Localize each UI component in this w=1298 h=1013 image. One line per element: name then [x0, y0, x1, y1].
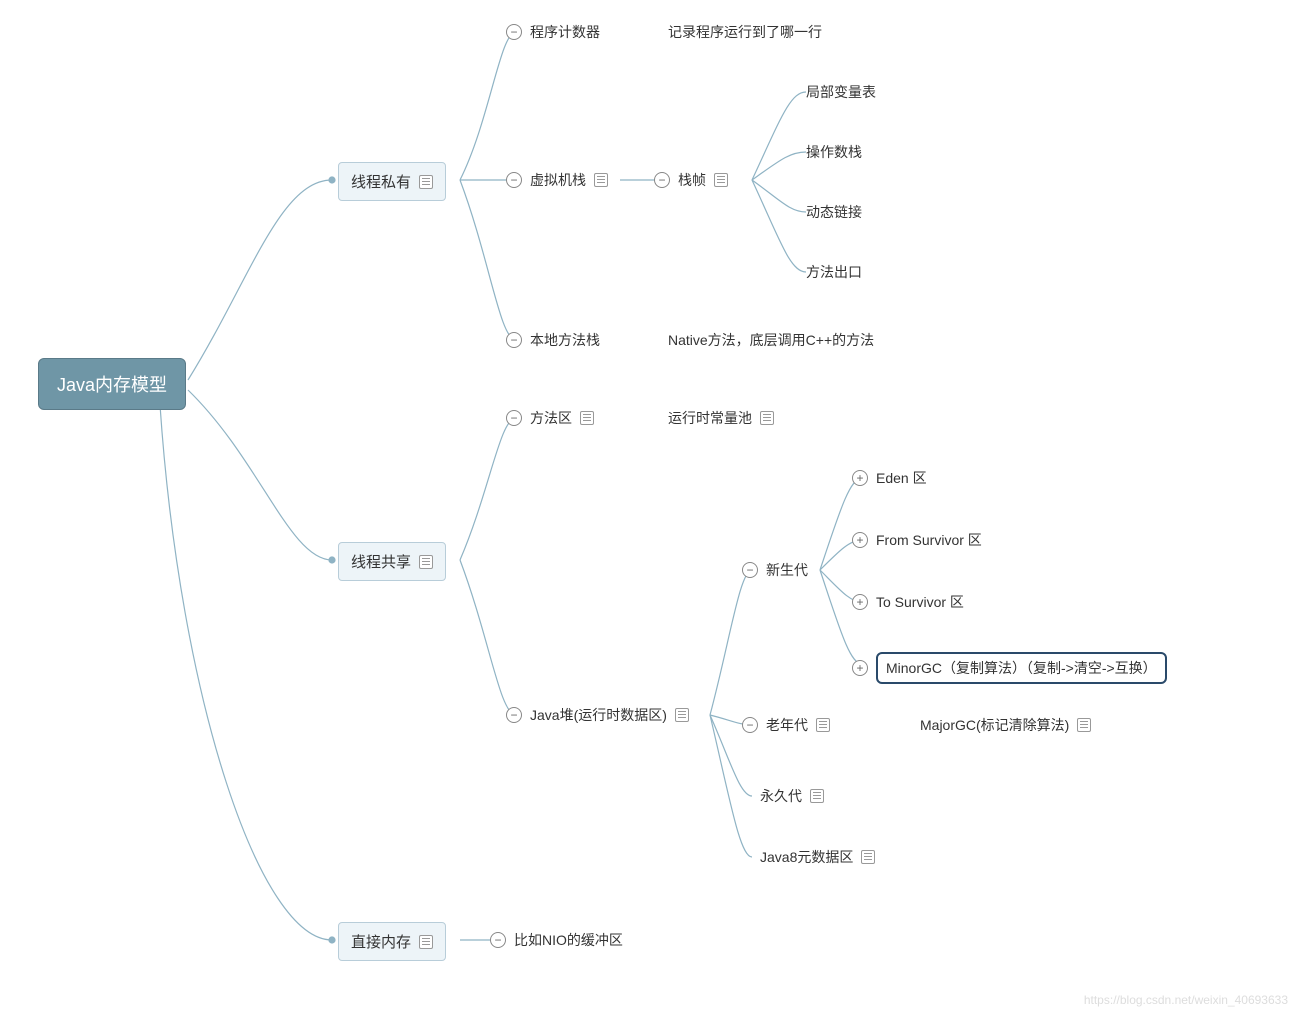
node-minorgc[interactable]: + MinorGC（复制算法）（复制->清空->互换） [852, 652, 1167, 684]
note-icon[interactable] [419, 935, 433, 949]
node-old[interactable]: − 老年代 [742, 715, 830, 735]
selected-node: MinorGC（复制算法）（复制->清空->互换） [876, 652, 1167, 684]
connectors [0, 0, 1298, 1013]
node-direct-desc[interactable]: − 比如NIO的缓冲区 [490, 930, 623, 950]
collapse-icon[interactable]: − [506, 410, 522, 426]
node-method-area[interactable]: − 方法区 [506, 408, 594, 428]
collapse-icon[interactable]: − [490, 932, 506, 948]
note-icon[interactable] [714, 173, 728, 187]
node-frame-label: 栈帧 [678, 170, 706, 190]
collapse-icon[interactable]: − [506, 172, 522, 188]
note-icon[interactable] [675, 708, 689, 722]
node-dynlink[interactable]: 动态链接 [806, 202, 862, 222]
node-pc-label: 程序计数器 [530, 22, 600, 42]
expand-icon[interactable]: + [852, 660, 868, 676]
note-icon[interactable] [816, 718, 830, 732]
collapse-icon[interactable]: − [742, 717, 758, 733]
node-shared[interactable]: 线程共享 [338, 542, 446, 581]
note-icon[interactable] [810, 789, 824, 803]
node-vmstack[interactable]: − 虚拟机栈 [506, 170, 608, 190]
node-private-label: 线程私有 [351, 171, 411, 192]
note-icon[interactable] [861, 850, 875, 864]
collapse-icon[interactable]: − [654, 172, 670, 188]
node-exit[interactable]: 方法出口 [806, 262, 862, 282]
root-node[interactable]: Java内存模型 [38, 358, 186, 410]
node-vmstack-label: 虚拟机栈 [530, 170, 586, 190]
node-private[interactable]: 线程私有 [338, 162, 446, 201]
note-icon[interactable] [760, 411, 774, 425]
root-label: Java内存模型 [57, 371, 167, 397]
node-opstack[interactable]: 操作数栈 [806, 142, 862, 162]
collapse-icon[interactable]: − [506, 332, 522, 348]
node-meta[interactable]: Java8元数据区 [760, 847, 875, 867]
expand-icon[interactable]: + [852, 470, 868, 486]
node-heap[interactable]: − Java堆(运行时数据区) [506, 705, 689, 725]
expand-icon[interactable]: + [852, 532, 868, 548]
node-frame[interactable]: − 栈帧 [654, 170, 728, 190]
node-native[interactable]: − 本地方法栈 [506, 330, 600, 350]
node-direct[interactable]: 直接内存 [338, 922, 446, 961]
collapse-icon[interactable]: − [506, 707, 522, 723]
collapse-icon[interactable]: − [742, 562, 758, 578]
node-majorgc[interactable]: MajorGC(标记清除算法) [920, 715, 1091, 735]
note-icon[interactable] [419, 175, 433, 189]
node-perm[interactable]: 永久代 [760, 786, 824, 806]
note-icon[interactable] [1077, 718, 1091, 732]
node-from-survivor[interactable]: + From Survivor 区 [852, 530, 982, 550]
node-locals[interactable]: 局部变量表 [806, 82, 876, 102]
node-native-desc: Native方法，底层调用C++的方法 [668, 330, 874, 350]
note-icon[interactable] [419, 555, 433, 569]
collapse-icon[interactable]: − [506, 24, 522, 40]
node-const-pool[interactable]: 运行时常量池 [668, 408, 774, 428]
node-pc[interactable]: − 程序计数器 [506, 22, 600, 42]
node-pc-desc: 记录程序运行到了哪一行 [668, 22, 822, 42]
node-to-survivor[interactable]: + To Survivor 区 [852, 592, 964, 612]
expand-icon[interactable]: + [852, 594, 868, 610]
note-icon[interactable] [594, 173, 608, 187]
node-eden[interactable]: + Eden 区 [852, 468, 927, 488]
note-icon[interactable] [580, 411, 594, 425]
node-young[interactable]: − 新生代 [742, 560, 808, 580]
watermark: https://blog.csdn.net/weixin_40693633 [1084, 993, 1288, 1007]
